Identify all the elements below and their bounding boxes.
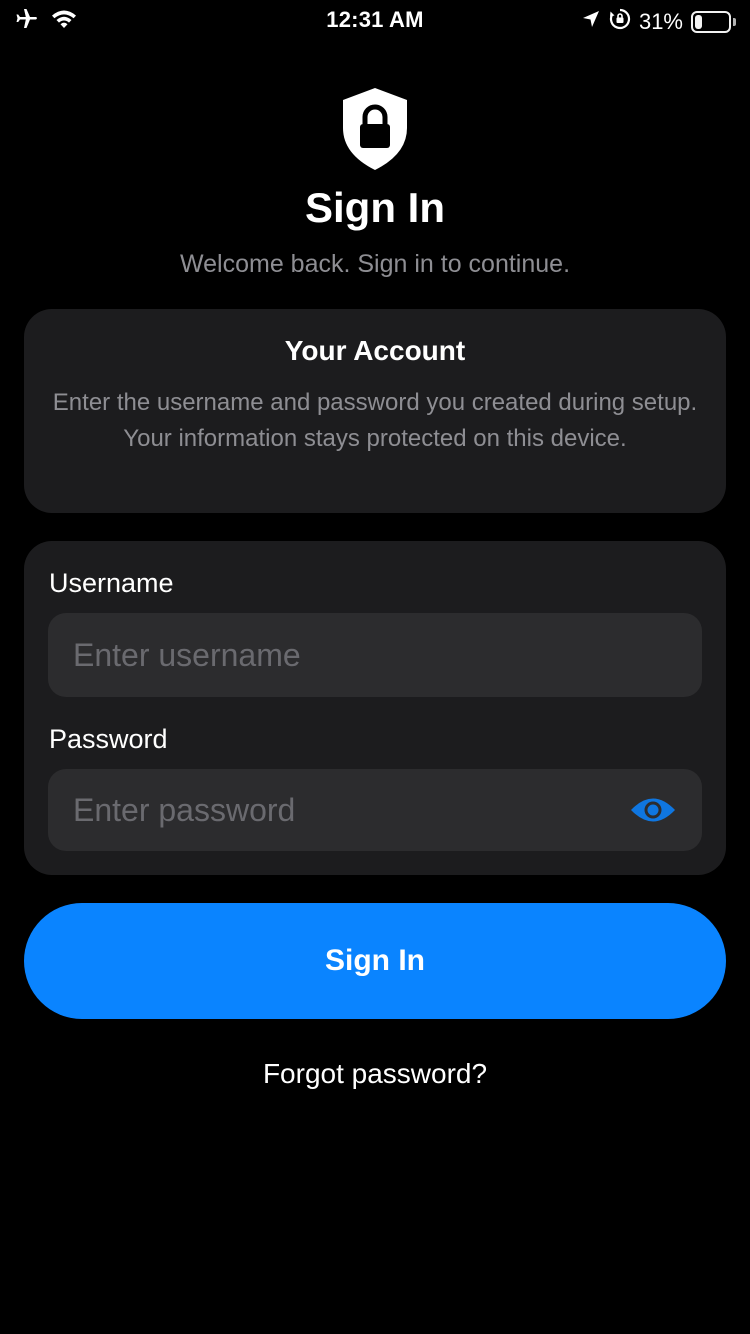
password-label: Password <box>49 724 168 754</box>
eye-icon[interactable] <box>629 795 677 825</box>
password-field <box>48 769 702 851</box>
page-title: Sign In <box>305 184 445 231</box>
orientation-lock-icon <box>609 8 631 35</box>
shield-lock-icon <box>340 86 410 177</box>
battery-icon <box>691 10 731 33</box>
account-info-card: Your Account Enter the username and pass… <box>24 309 726 513</box>
battery-level-fill <box>695 14 703 29</box>
username-field <box>48 613 702 697</box>
sign-in-screen: 12:31 AM 31% Sign In Welcome back. Sign … <box>0 0 750 1334</box>
info-card-body: Enter the username and password you crea… <box>52 389 698 452</box>
battery-percent: 31% <box>638 8 683 34</box>
username-input[interactable] <box>73 636 677 674</box>
status-bar-right: 31% <box>581 8 736 35</box>
battery-tip <box>733 17 736 26</box>
sign-in-form: Username Password <box>24 541 726 875</box>
location-arrow-icon <box>581 9 601 34</box>
info-card-title: Your Account <box>284 335 466 366</box>
status-bar: 12:31 AM 31% <box>0 0 750 40</box>
sign-in-button[interactable]: Sign In <box>24 903 726 1019</box>
password-input[interactable] <box>73 791 629 829</box>
username-label: Username <box>49 568 174 598</box>
header-icon-wrap <box>0 86 750 177</box>
forgot-password-link[interactable]: Forgot password? <box>0 1058 750 1090</box>
page-subtitle: Welcome back. Sign in to continue. <box>179 250 571 278</box>
